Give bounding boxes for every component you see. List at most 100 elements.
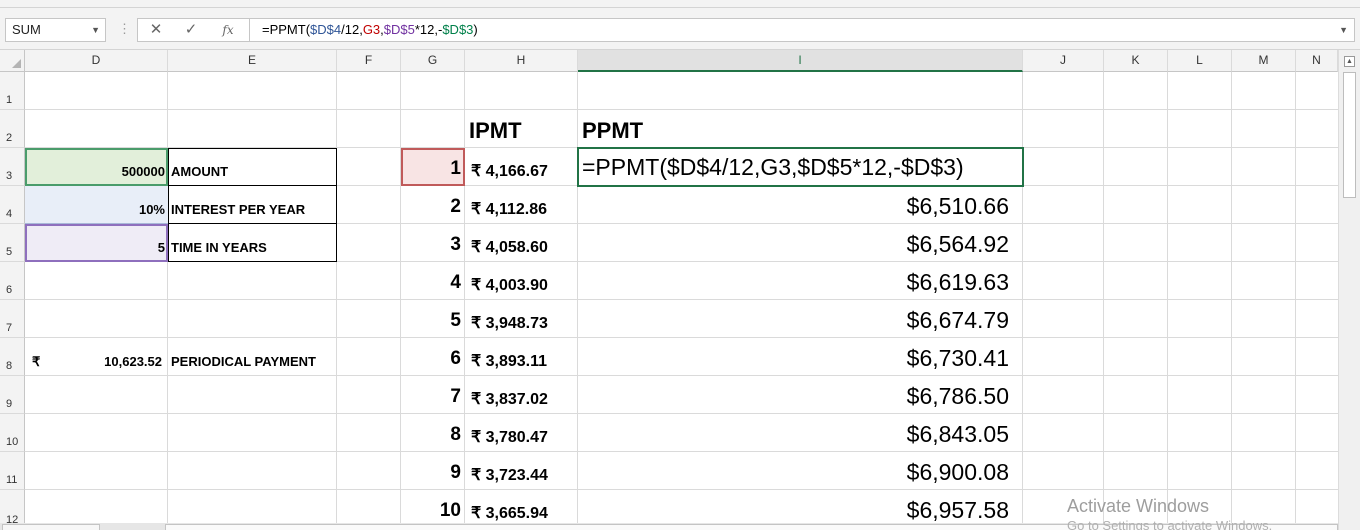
row-header-4[interactable]: 4 [0,186,25,224]
column-header-f[interactable]: F [337,50,401,72]
scroll-up-icon[interactable]: ▲ [1344,56,1355,67]
ipmt-value: ₹ 4,112.86 [471,201,548,218]
gridline [167,72,168,530]
name-box[interactable]: SUM ▼ [5,18,106,42]
formula-token: $D$4 [310,22,342,37]
ipmt-value: ₹ 3,948.73 [471,315,548,332]
column-header-e[interactable]: E [168,50,337,72]
gridline [25,489,1338,490]
formula-token: G3 [362,22,381,37]
period-number: 7 [450,386,461,407]
ipmt-value: ₹ 3,837.02 [471,391,548,408]
ipmt-value: ₹ 3,665.94 [471,505,548,522]
formula-token: $D$5 [383,22,415,37]
activate-windows-subtext: Go to Settings to activate Windows. [1067,518,1273,530]
ipmt-value: ₹ 4,003.90 [471,277,548,294]
name-box-value: SUM [12,22,41,37]
gridline [1231,72,1232,530]
gridline [25,413,1338,414]
enter-icon[interactable]: ✓ [177,17,205,43]
gridline [464,72,465,530]
row-header-2[interactable]: 2 [0,110,25,148]
activate-windows-watermark: Activate Windows [1067,496,1210,516]
gridline [336,72,337,530]
vertical-scrollbar[interactable]: ▲ [1338,50,1360,530]
column-header-d[interactable]: D [25,50,168,72]
period-number: 1 [450,158,461,179]
period-number: 5 [450,310,461,331]
ipmt-value: ₹ 3,780.47 [471,429,548,446]
gridline [25,451,1338,452]
gridline [1295,72,1296,530]
column-header-h[interactable]: H [465,50,578,72]
ipmt-value: ₹ 3,893.11 [471,353,548,370]
row-header-5[interactable]: 5 [0,224,25,262]
gridline [1022,72,1023,530]
label-divider [168,223,337,224]
column-header-i[interactable]: I [578,50,1023,72]
row-header-9[interactable]: 9 [0,376,25,414]
row-header-8[interactable]: 8 [0,338,25,376]
row-header-3[interactable]: 3 [0,148,25,186]
time-label: TIME IN YEARS [171,240,267,255]
gridline [25,299,1338,300]
formula-input[interactable]: =PPMT($D$4/12,G3,$D$5*12,-$D$3) ▼ [249,18,1355,42]
period-number: 2 [450,196,461,217]
gridline [1103,72,1104,530]
amount-label: AMOUNT [171,164,229,179]
sheet-tab[interactable] [2,524,100,530]
row-header-10[interactable]: 10 [0,414,25,452]
ppmt-value: $6,786.50 [906,383,1009,409]
ppmt-value: $6,843.05 [906,421,1009,447]
formula-text: =PPMT($D$4/12,G3,$D$5*12,-$D$3) [262,22,478,37]
ribbon-strip [0,0,1360,8]
ipmt-value: ₹ 4,058.60 [471,239,548,256]
formula-bar-grip-icon: ⋮ [118,21,131,36]
column-header-l[interactable]: L [1168,50,1232,72]
formula-token: /12, [341,22,363,37]
active-cell-formula[interactable]: =PPMT($D$4/12,G3,$D$5*12,-$D$3) [582,154,964,181]
formula-token: $D$3 [442,22,474,37]
period-number: 10 [439,500,461,521]
formula-token: *12,- [414,22,443,37]
column-header-g[interactable]: G [401,50,465,72]
ppmt-header: PPMT [582,118,644,143]
ppmt-value: $6,730.41 [906,345,1009,371]
time-value: 5 [157,240,165,255]
ipmt-value: ₹ 3,723.44 [471,467,548,484]
payment-value: 10,623.52 [104,354,162,369]
ppmt-value: $6,957.58 [906,497,1009,523]
gridline [25,337,1338,338]
ppmt-value: $6,619.63 [906,269,1009,295]
column-header-n[interactable]: N [1296,50,1338,72]
row-header-1[interactable]: 1 [0,72,25,110]
ipmt-value: ₹ 4,166.67 [471,163,548,180]
expand-formula-bar-icon[interactable]: ▼ [1339,19,1348,41]
amount-value: 500000 [121,164,165,179]
insert-function-icon[interactable]: fx [214,17,242,43]
ppmt-value: $6,510.66 [906,193,1009,219]
gridline [25,375,1338,376]
payment-label: PERIODICAL PAYMENT [171,354,316,369]
row-header-6[interactable]: 6 [0,262,25,300]
row-header-11[interactable]: 11 [0,452,25,490]
period-number: 3 [450,234,461,255]
period-number: 6 [450,348,461,369]
cancel-icon[interactable]: ✕ [142,17,170,43]
scrollbar-thumb[interactable] [1343,72,1356,198]
row-header-7[interactable]: 7 [0,300,25,338]
label-divider [168,185,337,186]
formula-bar: SUM ▼ ⋮ ✕ ✓ fx =PPMT($D$4/12,G3,$D$5*12,… [0,8,1360,50]
select-all-corner[interactable] [0,50,25,72]
column-header-j[interactable]: J [1023,50,1104,72]
period-number: 8 [450,424,461,445]
gridline [1167,72,1168,530]
formula-token: ) [473,22,478,37]
interest-value: 10% [138,202,165,217]
column-header-m[interactable]: M [1232,50,1296,72]
name-box-dropdown-icon[interactable]: ▼ [91,19,100,41]
formula-token: =PPMT( [262,22,311,37]
ppmt-value: $6,564.92 [906,231,1009,257]
column-header-k[interactable]: K [1104,50,1168,72]
ppmt-value: $6,900.08 [906,459,1009,485]
